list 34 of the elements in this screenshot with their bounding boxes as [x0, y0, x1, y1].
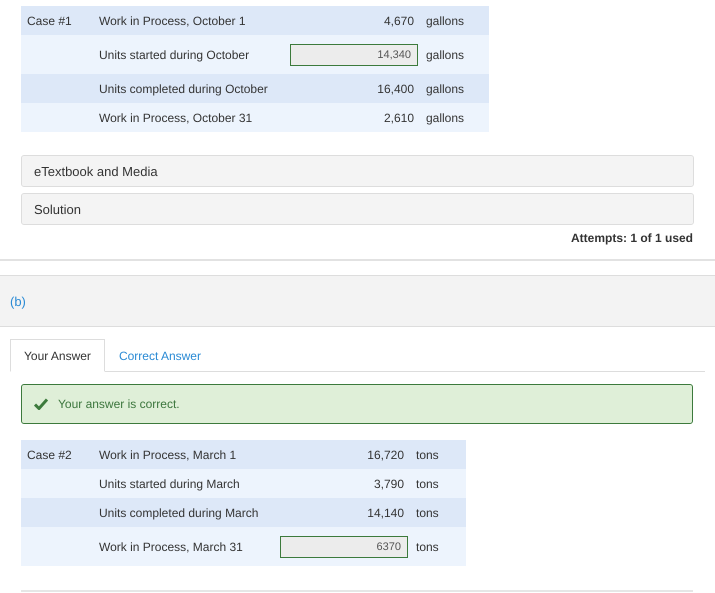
alert-text: Your answer is correct. — [58, 397, 180, 411]
row-label: Work in Process, October 1 — [99, 14, 246, 28]
unit-label: gallons — [426, 110, 464, 124]
check-icon — [34, 398, 48, 410]
expand-panel[interactable]: eTextbook and Media — [21, 155, 694, 187]
unit-label: gallons — [426, 82, 464, 96]
answer-field[interactable]: 14,340 — [290, 44, 418, 66]
row-value: 4,670 — [384, 14, 414, 28]
case-label: Case #1 — [27, 14, 72, 28]
case-label: Case #2 — [27, 448, 72, 462]
row-label: Units completed during October — [99, 82, 268, 96]
row-label: Units started during March — [99, 476, 240, 490]
row-label: Units started during October — [99, 48, 250, 62]
row-label: Work in Process, October 31 — [99, 110, 252, 124]
part-header: (b) — [0, 275, 715, 327]
row-value: 14,140 — [367, 506, 404, 520]
row-label: Work in Process, March 1 — [99, 448, 236, 462]
row-label: Work in Process, March 31 — [99, 540, 243, 554]
answer-field[interactable]: 6370 — [280, 536, 408, 558]
unit-label: tons — [416, 448, 439, 462]
row-value: 2,610 — [384, 110, 414, 124]
unit-label: tons — [416, 540, 439, 554]
expand-panel[interactable]: Solution — [21, 193, 694, 225]
tab[interactable]: Correct Answer — [104, 339, 215, 372]
unit-label: gallons — [426, 14, 464, 28]
row-label: Units completed during March — [99, 506, 258, 520]
row-value: 16,720 — [367, 448, 404, 462]
row-value: 3,790 — [374, 476, 404, 490]
unit-label: gallons — [426, 48, 464, 62]
unit-label: tons — [416, 506, 439, 520]
row-value: 16,400 — [377, 82, 414, 96]
unit-label: tons — [416, 476, 439, 490]
tab[interactable]: Your Answer — [10, 339, 105, 372]
attempts-text: Attempts: 1 of 1 used — [570, 231, 693, 245]
